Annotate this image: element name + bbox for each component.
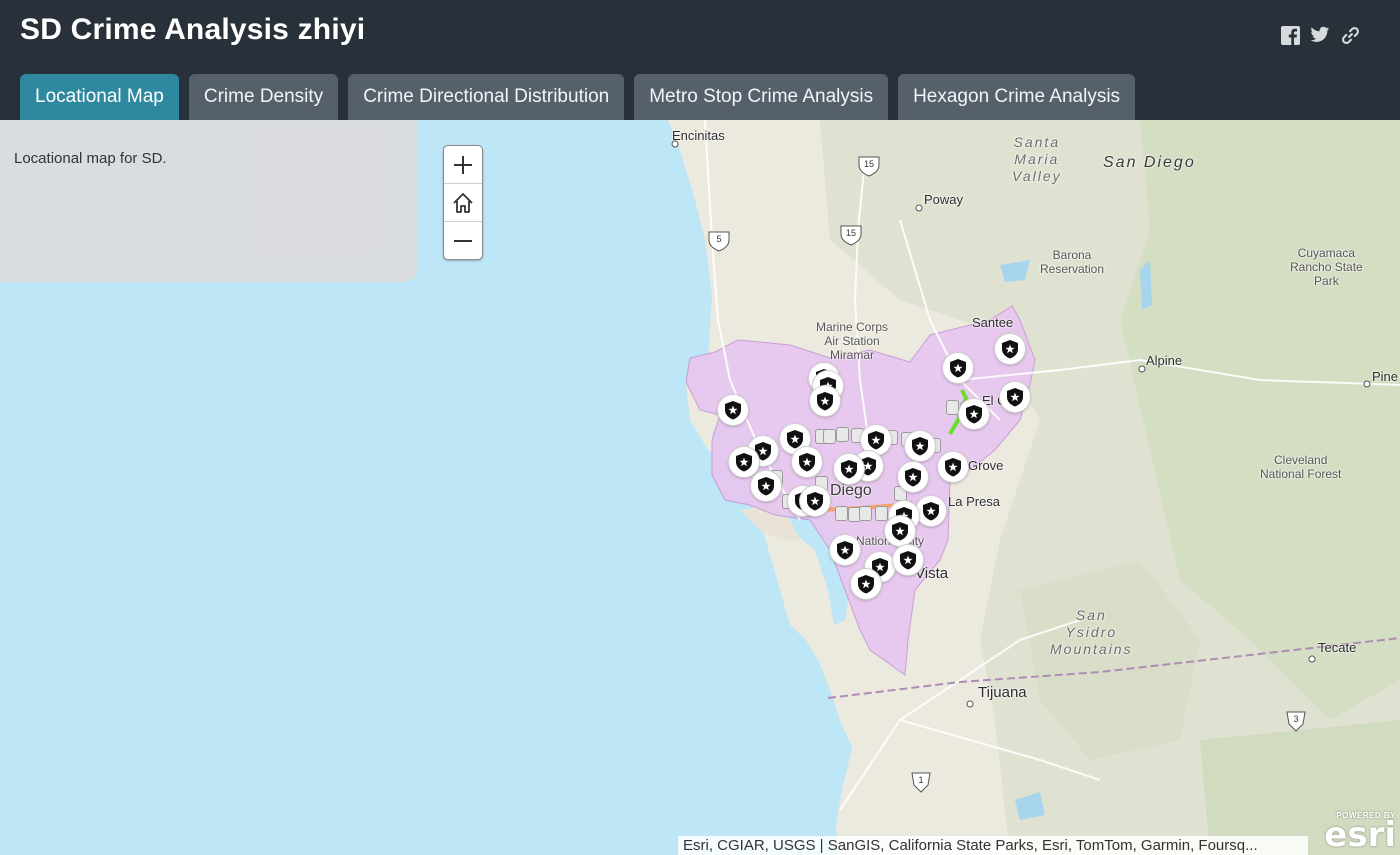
link-icon[interactable] bbox=[1340, 25, 1360, 45]
police-badge-icon bbox=[903, 467, 923, 487]
place-encinitas: Encinitas bbox=[672, 128, 725, 143]
app-header: SD Crime Analysis zhiyi Locational Map C… bbox=[0, 0, 1400, 120]
police-marker[interactable] bbox=[905, 431, 935, 461]
police-marker[interactable] bbox=[800, 486, 830, 516]
police-marker[interactable] bbox=[810, 386, 840, 416]
place-pine: Pine bbox=[1372, 369, 1399, 384]
police-marker[interactable] bbox=[959, 399, 989, 429]
map-attribution[interactable]: Esri, CGIAR, USGS | SanGIS, California S… bbox=[678, 836, 1308, 855]
place-san-ysidro-mountains: San Ysidro Mountains bbox=[1050, 607, 1133, 657]
app-title: SD Crime Analysis zhiyi bbox=[20, 13, 366, 46]
place-barona-reservation: Barona Reservation bbox=[1040, 248, 1105, 276]
home-icon bbox=[453, 192, 473, 213]
place-san-diego-city: Diego bbox=[830, 482, 872, 499]
police-badge-icon bbox=[921, 501, 941, 521]
zoom-in-button[interactable] bbox=[444, 146, 482, 184]
police-badge-icon bbox=[756, 476, 776, 496]
place-tijuana: Tijuana bbox=[978, 684, 1027, 701]
police-marker[interactable] bbox=[885, 516, 915, 546]
tab-crime-directional-distribution[interactable]: Crime Directional Distribution bbox=[348, 74, 625, 120]
police-marker[interactable] bbox=[792, 447, 822, 477]
police-badge-icon bbox=[723, 400, 743, 420]
police-marker[interactable] bbox=[1000, 382, 1030, 412]
police-marker[interactable] bbox=[729, 447, 759, 477]
police-marker[interactable] bbox=[995, 334, 1025, 364]
police-marker[interactable] bbox=[916, 496, 946, 526]
metro-stop-marker[interactable] bbox=[836, 427, 849, 442]
police-badge-icon bbox=[815, 391, 835, 411]
tab-metro-stop-crime-analysis[interactable]: Metro Stop Crime Analysis bbox=[634, 74, 889, 120]
place-alpine: Alpine bbox=[1146, 353, 1183, 368]
tab-hexagon-crime-analysis[interactable]: Hexagon Crime Analysis bbox=[898, 74, 1136, 120]
police-marker[interactable] bbox=[834, 454, 864, 484]
police-badge-icon bbox=[943, 457, 963, 477]
police-marker[interactable] bbox=[751, 471, 781, 501]
interstate-shield: 15 bbox=[839, 224, 863, 246]
share-bar bbox=[1280, 25, 1360, 45]
zoom-out-icon bbox=[454, 239, 472, 242]
zoom-in-icon bbox=[454, 155, 472, 174]
place-mcas-miramar: Marine Corps Air Station Miramar bbox=[816, 320, 889, 362]
highway-shield: 1 bbox=[909, 771, 933, 793]
place-poway: Poway bbox=[924, 192, 964, 207]
esri-logo[interactable]: POWERED BY esri bbox=[1324, 811, 1396, 855]
map-view[interactable]: Encinitas Poway Santa Maria Valley San D… bbox=[0, 120, 1400, 855]
police-marker[interactable] bbox=[851, 569, 881, 599]
place-tecate: Tecate bbox=[1318, 640, 1357, 655]
police-badge-icon bbox=[898, 550, 918, 570]
police-badge-icon bbox=[785, 429, 805, 449]
police-badge-icon bbox=[890, 521, 910, 541]
home-button[interactable] bbox=[444, 184, 482, 222]
metro-stop-marker[interactable] bbox=[946, 400, 959, 415]
place-cleveland-nf: Cleveland National Forest bbox=[1260, 453, 1342, 481]
police-marker[interactable] bbox=[938, 452, 968, 482]
metro-stop-marker[interactable] bbox=[823, 429, 836, 444]
place-la-presa: La Presa bbox=[948, 494, 1001, 509]
police-badge-icon bbox=[1005, 387, 1025, 407]
police-badge-icon bbox=[805, 491, 825, 511]
police-badge-icon bbox=[835, 540, 855, 560]
police-marker[interactable] bbox=[898, 462, 928, 492]
side-panel-text: Locational map for SD. bbox=[14, 150, 167, 167]
tab-locational-map[interactable]: Locational Map bbox=[20, 74, 179, 120]
zoom-out-button[interactable] bbox=[444, 222, 482, 259]
place-san-diego-region: San Diego bbox=[1103, 154, 1196, 171]
place-lemon-grove: Grove bbox=[968, 458, 1004, 473]
esri-wordmark: esri bbox=[1324, 815, 1396, 855]
police-marker[interactable] bbox=[943, 353, 973, 383]
tab-crime-density[interactable]: Crime Density bbox=[188, 74, 339, 120]
highway-shield: 3 bbox=[1284, 710, 1308, 732]
police-badge-icon bbox=[839, 459, 859, 479]
twitter-icon[interactable] bbox=[1310, 25, 1330, 45]
interstate-shield: 5 bbox=[707, 230, 731, 252]
zoom-controls bbox=[443, 145, 483, 260]
police-marker[interactable] bbox=[718, 395, 748, 425]
police-badge-icon bbox=[797, 452, 817, 472]
police-badge-icon bbox=[1000, 339, 1020, 359]
metro-stop-marker[interactable] bbox=[859, 506, 872, 521]
police-badge-icon bbox=[856, 574, 876, 594]
facebook-icon[interactable] bbox=[1280, 25, 1300, 45]
interstate-shield: 15 bbox=[857, 155, 881, 177]
police-badge-icon bbox=[734, 452, 754, 472]
side-panel: Locational map for SD. bbox=[0, 120, 418, 282]
tab-bar: Locational Map Crime Density Crime Direc… bbox=[20, 74, 1136, 120]
place-cuyamaca: Cuyamaca Rancho State Park bbox=[1290, 246, 1363, 288]
metro-stop-marker[interactable] bbox=[835, 506, 848, 521]
police-badge-icon bbox=[964, 404, 984, 424]
police-marker[interactable] bbox=[830, 535, 860, 565]
police-badge-icon bbox=[948, 358, 968, 378]
place-santa-maria-valley: Santa Maria Valley bbox=[1012, 134, 1062, 184]
police-badge-icon bbox=[866, 430, 886, 450]
police-marker[interactable] bbox=[893, 545, 923, 575]
place-santee: Santee bbox=[972, 315, 1014, 330]
police-badge-icon bbox=[910, 436, 930, 456]
metro-stop-marker[interactable] bbox=[875, 506, 888, 521]
